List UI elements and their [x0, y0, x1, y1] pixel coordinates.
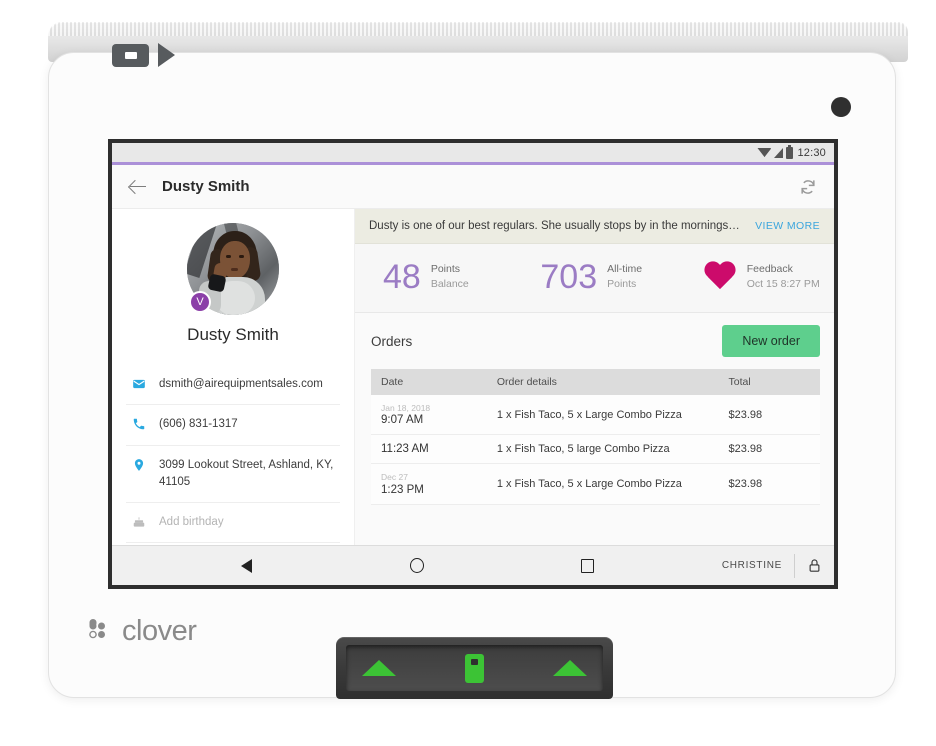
table-row[interactable]: 11:23 AM 1 x Fish Taco, 5 large Combo Pi… — [371, 435, 820, 465]
contact-list: dsmith@airequipmentsales.com (606) 831-1… — [112, 365, 354, 544]
cake-icon — [132, 515, 146, 529]
tablet-screen: 12:30 Dusty Smith V Dusty Smith dsmith@a… — [108, 139, 838, 589]
avatar-wrapper: V — [187, 223, 279, 315]
contact-value: (606) 831-1317 — [159, 418, 238, 431]
clover-wordmark: clover — [122, 615, 197, 647]
stat-label-main: All-time — [607, 262, 643, 275]
stat-label-sub: Oct 15 8:27 PM — [746, 278, 820, 290]
cell-details: 1 x Fish Taco, 5 x Large Combo Pizza — [496, 408, 682, 421]
list-item[interactable]: dsmith@airequipmentsales.com — [126, 365, 340, 406]
nav-home-icon[interactable] — [381, 558, 453, 573]
customer-detail-panel: Dusty is one of our best regulars. She u… — [355, 209, 834, 547]
arrow-up-left-icon — [362, 660, 396, 676]
cell-date: Dec 27 1:23 PM — [381, 472, 497, 495]
cell-date: 11:23 AM — [381, 443, 497, 455]
customer-note-banner: Dusty is one of our best regulars. She u… — [355, 209, 834, 244]
cell-details: 1 x Fish Taco, 5 x Large Combo Pizza — [496, 478, 682, 491]
cell-total: $23.98 — [728, 443, 763, 456]
date-group: Dec 27 — [381, 472, 408, 483]
printer-icon-group — [112, 43, 175, 67]
refresh-icon[interactable] — [798, 177, 818, 197]
stat-feedback: Feedback Oct 15 8:27 PM — [703, 262, 820, 292]
play-triangle-icon — [158, 43, 175, 67]
page-content: V Dusty Smith dsmith@airequipmentsales.c… — [112, 209, 834, 547]
signal-icon — [774, 147, 784, 158]
stat-points-balance: 48 Points Balance — [369, 260, 540, 294]
email-icon — [132, 377, 146, 391]
android-status-bar: 12:30 — [112, 143, 834, 165]
column-header-details: Order details — [496, 376, 557, 388]
stat-value: 703 — [540, 258, 598, 296]
phone-icon — [132, 417, 146, 431]
orders-header: Orders New order — [355, 313, 834, 369]
table-row[interactable]: Jan 18, 2018 9:07 AM 1 x Fish Taco, 5 x … — [371, 395, 820, 436]
date-time: 11:23 AM — [381, 443, 429, 456]
stat-label: All-time Points — [607, 262, 642, 292]
status-icon-group — [757, 144, 794, 159]
stat-value: 48 — [383, 258, 421, 296]
device-body: 12:30 Dusty Smith V Dusty Smith dsmith@a… — [48, 52, 896, 699]
camera-icon — [831, 97, 851, 117]
page-title: Dusty Smith — [162, 178, 250, 195]
stat-label: Feedback Oct 15 8:27 PM — [747, 262, 820, 292]
status-bar-clock: 12:30 — [797, 146, 826, 159]
app-bar: Dusty Smith — [112, 165, 834, 209]
lock-icon[interactable] — [794, 553, 834, 578]
stats-row: 48 Points Balance 703 All-time Points Fe… — [355, 244, 834, 313]
list-item[interactable]: 3099 Lookout Street, Ashland, KY, 41105 — [126, 446, 340, 503]
date-time: 1:23 PM — [381, 483, 424, 496]
cell-details: 1 x Fish Taco, 5 large Combo Pizza — [496, 443, 670, 456]
date-group: Jan 18, 2018 — [381, 403, 431, 413]
card-reader-slot[interactable] — [346, 645, 603, 691]
column-header-total: Total — [728, 376, 751, 388]
stat-label-sub: Balance — [430, 278, 469, 290]
nav-back-icon[interactable] — [210, 558, 282, 573]
stat-label-sub: Points — [607, 278, 637, 290]
cell-date: Jan 18, 2018 9:07 AM — [381, 403, 497, 426]
cell-total: $23.98 — [728, 408, 763, 421]
stat-alltime-points: 703 All-time Points — [540, 260, 702, 294]
stat-label-main: Points — [430, 262, 461, 275]
contact-value: Add birthday — [159, 516, 224, 528]
orders-title: Orders — [371, 333, 413, 349]
clover-station-device: 12:30 Dusty Smith V Dusty Smith dsmith@a… — [48, 8, 908, 699]
arrow-up-right-icon — [553, 660, 587, 676]
status-badge: V — [189, 291, 211, 313]
customer-panel: V Dusty Smith dsmith@airequipmentsales.c… — [112, 209, 355, 547]
card-insert-icon — [465, 653, 484, 683]
battery-icon — [786, 144, 794, 159]
column-header-date: Date — [381, 376, 404, 388]
wifi-icon — [757, 148, 772, 157]
list-item[interactable]: (606) 831-1317 — [126, 405, 340, 446]
orders-table: Date Order details Total Jan 18, 2018 9:… — [355, 369, 834, 505]
heart-icon — [703, 262, 737, 292]
note-text: Dusty is one of our best regulars. She u… — [369, 220, 740, 232]
card-slot-icon — [112, 43, 149, 67]
nav-user-label[interactable]: CHRISTINE — [722, 560, 794, 571]
new-order-button[interactable]: New order — [722, 325, 820, 357]
contact-value: dsmith@airequipmentsales.com — [159, 378, 323, 390]
location-icon — [132, 458, 146, 472]
nav-recents-icon[interactable] — [551, 558, 623, 573]
date-time: 9:07 AM — [381, 414, 424, 427]
view-more-link[interactable]: VIEW MORE — [755, 220, 820, 232]
contact-value: 3099 Lookout Street, Ashland, KY, 41105 — [159, 458, 334, 488]
table-header-row: Date Order details Total — [371, 369, 820, 395]
stat-label: Points Balance — [431, 262, 469, 292]
stat-label-main: Feedback — [746, 262, 793, 275]
customer-name: Dusty Smith — [187, 325, 279, 344]
clover-logo: clover — [82, 615, 197, 648]
cell-total: $23.98 — [728, 478, 763, 491]
table-row[interactable]: Dec 27 1:23 PM 1 x Fish Taco, 5 x Large … — [371, 464, 820, 505]
card-reader — [336, 637, 613, 699]
android-nav-bar: CHRISTINE — [112, 545, 834, 585]
back-arrow-icon[interactable] — [128, 177, 148, 197]
list-item[interactable]: Add birthday — [126, 503, 340, 544]
clover-mark-icon — [89, 618, 105, 638]
